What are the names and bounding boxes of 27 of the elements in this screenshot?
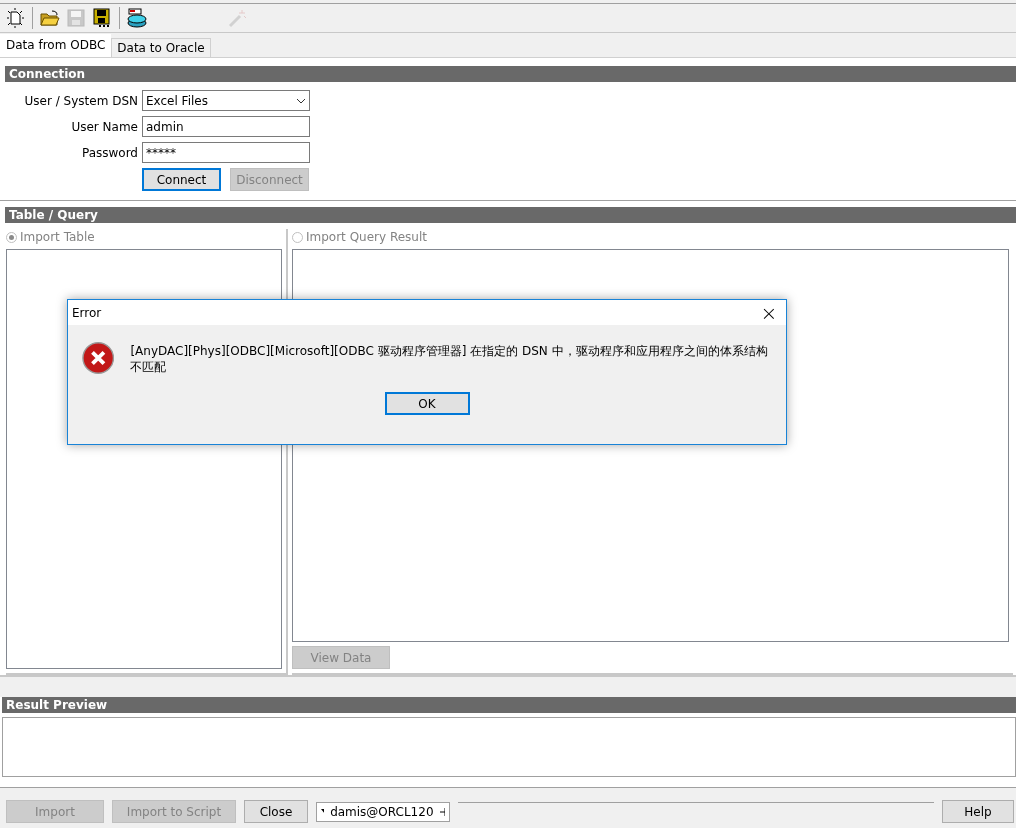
text-field[interactable]: admin bbox=[142, 116, 310, 137]
help-button[interactable]: Help bbox=[942, 800, 1014, 823]
ok-button[interactable]: OK bbox=[384, 392, 470, 415]
caret-icon bbox=[321, 809, 325, 814]
open-folder-button[interactable] bbox=[39, 7, 61, 29]
database-button[interactable] bbox=[126, 7, 148, 29]
section-header: Connection bbox=[5, 66, 1016, 82]
close-button[interactable]: × bbox=[752, 300, 786, 325]
save-all-button[interactable] bbox=[91, 7, 113, 29]
error-icon bbox=[82, 341, 115, 375]
action-button[interactable]: Close bbox=[244, 800, 308, 823]
connect-button[interactable]: Connect bbox=[142, 168, 221, 191]
error-message: [AnyDAC][Phys][ODBC][Microsoft][ODBC 驱动程序管理器] 在指定的 DSN 中，驱动程序和应用程序之间的体系结构不匹配 bbox=[130, 343, 769, 375]
dialog-title: Error bbox=[72, 305, 102, 320]
field-label: User Name bbox=[70, 119, 138, 134]
new-document-button[interactable] bbox=[4, 7, 26, 29]
pin-icon bbox=[439, 806, 445, 817]
section-header: Result Preview bbox=[2, 697, 1016, 713]
connection-selector[interactable]: damis@ORCL120 bbox=[316, 801, 450, 822]
tab[interactable]: Data to Oracle bbox=[111, 38, 211, 57]
tab[interactable]: Data from ODBC bbox=[0, 34, 112, 57]
chevron-down-icon bbox=[296, 97, 306, 104]
field-label: Password bbox=[80, 145, 138, 160]
field-label: User / System DSN bbox=[23, 93, 138, 108]
section-header: Table / Query bbox=[5, 207, 1016, 223]
dsn-dropdown[interactable]: Excel Files bbox=[142, 90, 310, 111]
text-field[interactable]: ***** bbox=[142, 142, 310, 163]
